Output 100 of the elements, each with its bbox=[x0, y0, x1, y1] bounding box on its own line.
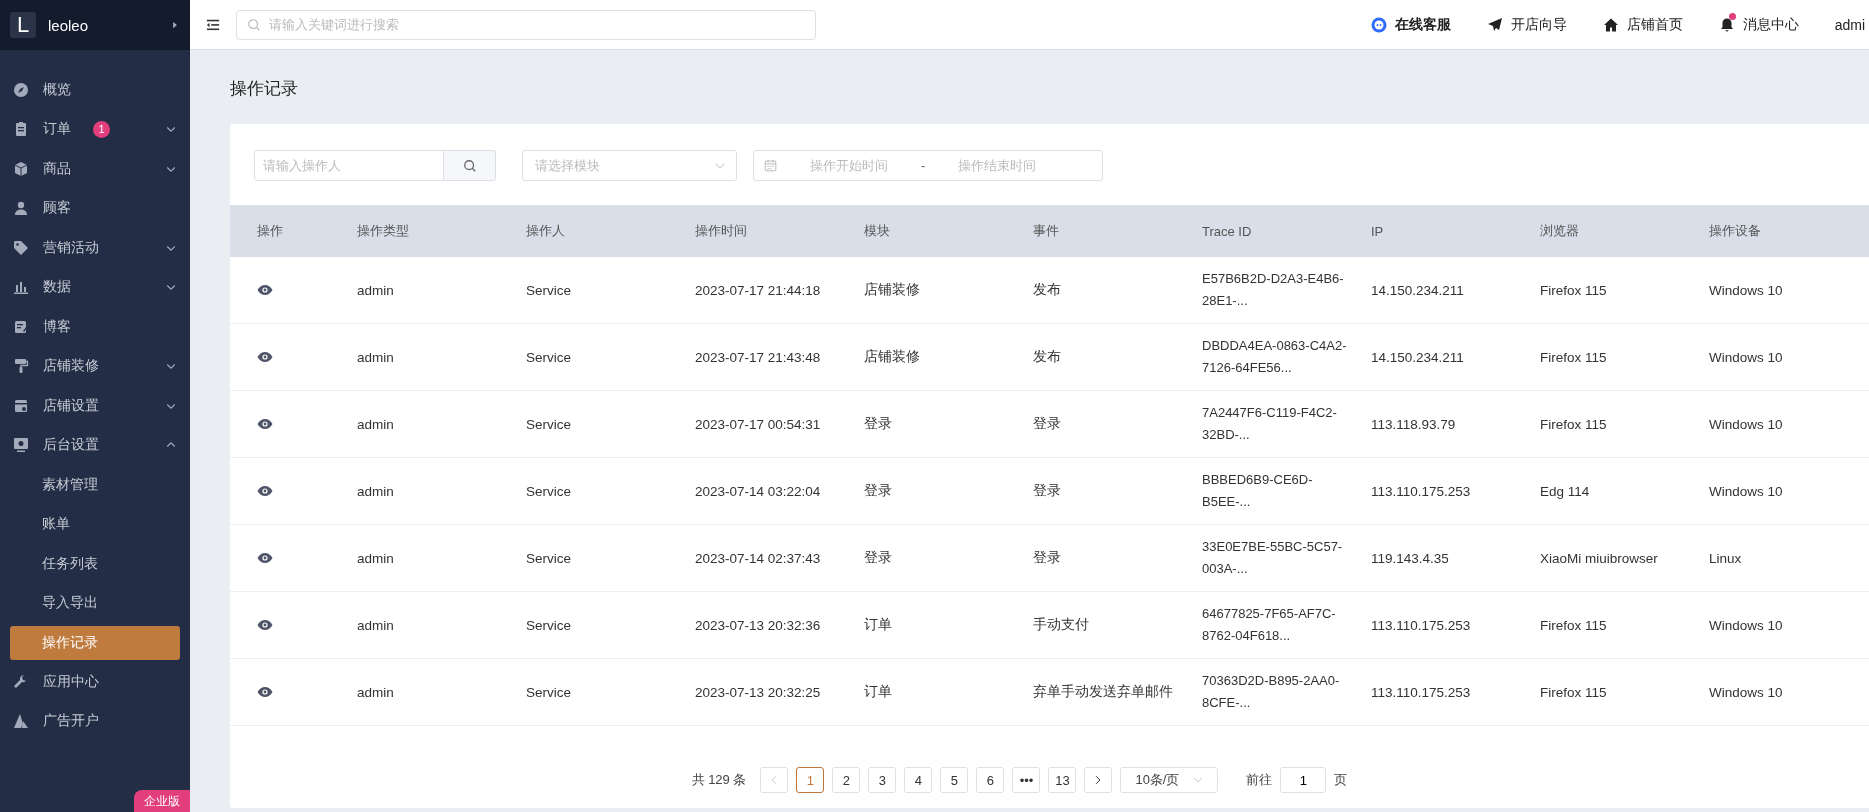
header-link[interactable]: 店铺首页 bbox=[1602, 15, 1683, 34]
goto-label: 前往 bbox=[1246, 771, 1273, 789]
table-cell: 119.143.4.35 bbox=[1344, 524, 1513, 592]
menu-collapse-icon[interactable] bbox=[206, 17, 220, 32]
table-cell: 登录 bbox=[1006, 457, 1175, 525]
page-button[interactable]: 1 bbox=[796, 767, 825, 793]
table-cell: 113.110.175.253 bbox=[1344, 457, 1513, 525]
submenu-item[interactable]: 任务列表 bbox=[0, 544, 190, 584]
tag-icon bbox=[13, 239, 29, 256]
table-cell: Service bbox=[499, 658, 668, 726]
eye-icon[interactable] bbox=[257, 416, 273, 432]
page-button[interactable]: 4 bbox=[904, 767, 933, 793]
table-cell: Windows 10 bbox=[1682, 323, 1869, 391]
menu-item[interactable]: 店铺设置 bbox=[0, 386, 190, 426]
page-button[interactable]: 3 bbox=[868, 767, 897, 793]
table-cell: Service bbox=[499, 390, 668, 458]
column-header: 模块 bbox=[837, 205, 1006, 257]
page-button[interactable]: 2 bbox=[832, 767, 861, 793]
eye-icon[interactable] bbox=[257, 282, 273, 298]
submenu-item[interactable]: 账单 bbox=[0, 504, 190, 544]
search-icon bbox=[462, 158, 477, 173]
table-cell: 店铺装修 bbox=[837, 323, 1006, 391]
edition-badge: 企业版 bbox=[134, 790, 190, 812]
operator-input[interactable]: 请输入操作人 bbox=[254, 150, 444, 181]
eye-icon[interactable] bbox=[257, 617, 273, 633]
menu-item[interactable]: 顾客 bbox=[0, 188, 190, 228]
menu-item[interactable]: 后台设置 bbox=[0, 425, 190, 465]
table-cell: admin bbox=[330, 658, 499, 726]
chevron-down-icon bbox=[1193, 775, 1204, 785]
page-unit-label: 页 bbox=[1334, 771, 1348, 789]
table-cell: Firefox 115 bbox=[1513, 323, 1682, 391]
headset-icon bbox=[1370, 16, 1387, 33]
home-icon bbox=[1602, 16, 1619, 33]
date-range-field[interactable]: 操作开始时间 - 操作结束时间 bbox=[753, 150, 1103, 181]
search-icon bbox=[247, 17, 261, 32]
column-header: Trace ID bbox=[1175, 205, 1344, 257]
page-button[interactable]: 5 bbox=[940, 767, 969, 793]
bell-icon bbox=[1718, 16, 1735, 33]
store-icon bbox=[13, 397, 29, 414]
menu-item[interactable]: 订单 1 bbox=[0, 109, 190, 149]
header-link[interactable]: 开店向导 bbox=[1486, 15, 1567, 34]
menu-item[interactable]: 营销活动 bbox=[0, 228, 190, 268]
paint-roller-icon bbox=[13, 358, 29, 375]
header-link[interactable]: 在线客服 bbox=[1370, 15, 1451, 34]
table-cell: 113.118.93.79 bbox=[1344, 390, 1513, 458]
column-header: 浏览器 bbox=[1513, 205, 1682, 257]
menu-item[interactable]: 广告开户 bbox=[0, 701, 190, 741]
column-header: 事件 bbox=[1006, 205, 1175, 257]
search-field[interactable]: 请输入关键词进行搜索 bbox=[236, 9, 816, 40]
cube-icon bbox=[13, 160, 29, 177]
paper-plane-icon bbox=[1486, 16, 1503, 33]
count-badge: 1 bbox=[93, 120, 110, 138]
table-cell: Service bbox=[499, 457, 668, 525]
page-button[interactable]: 13 bbox=[1048, 767, 1077, 793]
submenu-item[interactable]: 素材管理 bbox=[0, 465, 190, 505]
eye-icon[interactable] bbox=[257, 483, 273, 499]
table-cell-text: 64677825-7F65-AF7C-8762-04F618... bbox=[1202, 605, 1337, 645]
page-button[interactable]: 6 bbox=[976, 767, 1005, 793]
table-cell: 订单 bbox=[837, 591, 1006, 659]
table-cell-text: 33E0E7BE-55BC-5C57-003A-... bbox=[1202, 538, 1344, 578]
table-cell: 2023-07-14 02:37:43 bbox=[668, 524, 837, 592]
submenu-item[interactable]: 导入导出 bbox=[0, 583, 190, 623]
column-header: 操作人 bbox=[499, 205, 668, 257]
table-cell: admin bbox=[330, 257, 499, 324]
table-cell: 2023-07-13 20:32:36 bbox=[668, 591, 837, 659]
page-number-input[interactable]: 1 bbox=[1286, 771, 1321, 789]
page-number-field[interactable]: 1 bbox=[1280, 767, 1327, 793]
table-cell: admin bbox=[330, 457, 499, 525]
page-size-select[interactable]: 10条/页 bbox=[1120, 767, 1219, 793]
menu-item[interactable]: 概览 bbox=[0, 70, 190, 110]
table-cell: admin bbox=[330, 524, 499, 592]
module-select[interactable]: 请选择模块 bbox=[522, 150, 737, 181]
menu-item[interactable]: 店铺装修 bbox=[0, 346, 190, 386]
eye-icon[interactable] bbox=[257, 550, 273, 566]
column-header: 操作 bbox=[230, 205, 330, 257]
table-cell: 2023-07-13 20:32:25 bbox=[668, 658, 837, 726]
menu-item[interactable]: 应用中心 bbox=[0, 662, 190, 702]
table-cell: Windows 10 bbox=[1682, 658, 1869, 726]
eye-icon[interactable] bbox=[257, 349, 273, 365]
table-cell: 2023-07-17 21:43:48 bbox=[668, 323, 837, 391]
table-cell-text: 70363D2D-B895-2AA0-8CFE-... bbox=[1202, 672, 1341, 712]
table-cell: 113.110.175.253 bbox=[1344, 658, 1513, 726]
column-header: 操作时间 bbox=[668, 205, 837, 257]
table-cell: 手动支付 bbox=[1006, 591, 1175, 659]
user-name[interactable]: admi bbox=[1834, 16, 1865, 33]
start-time-input[interactable]: 操作开始时间 bbox=[787, 157, 911, 174]
menu-item[interactable]: 博客 bbox=[0, 307, 190, 347]
table-cell: Windows 10 bbox=[1682, 591, 1869, 659]
end-time-input[interactable]: 操作结束时间 bbox=[935, 157, 1060, 174]
table-cell-text: 7A2447F6-C119-F4C2-32BD-... bbox=[1202, 404, 1338, 444]
module-input[interactable]: 请选择模块 bbox=[533, 157, 697, 174]
header-link[interactable]: 消息中心 bbox=[1718, 15, 1799, 34]
table-cell: 登录 bbox=[837, 457, 1006, 525]
menu-item[interactable]: 商品 bbox=[0, 149, 190, 189]
menu-item[interactable]: 数据 bbox=[0, 267, 190, 307]
table-cell: 2023-07-17 21:44:18 bbox=[668, 257, 837, 324]
page-button[interactable]: ••• bbox=[1012, 767, 1041, 793]
table-cell-text: BBBED6B9-CE6D-B5EE-... bbox=[1202, 471, 1314, 511]
eye-icon[interactable] bbox=[257, 684, 273, 700]
triangle-icon bbox=[13, 713, 29, 730]
